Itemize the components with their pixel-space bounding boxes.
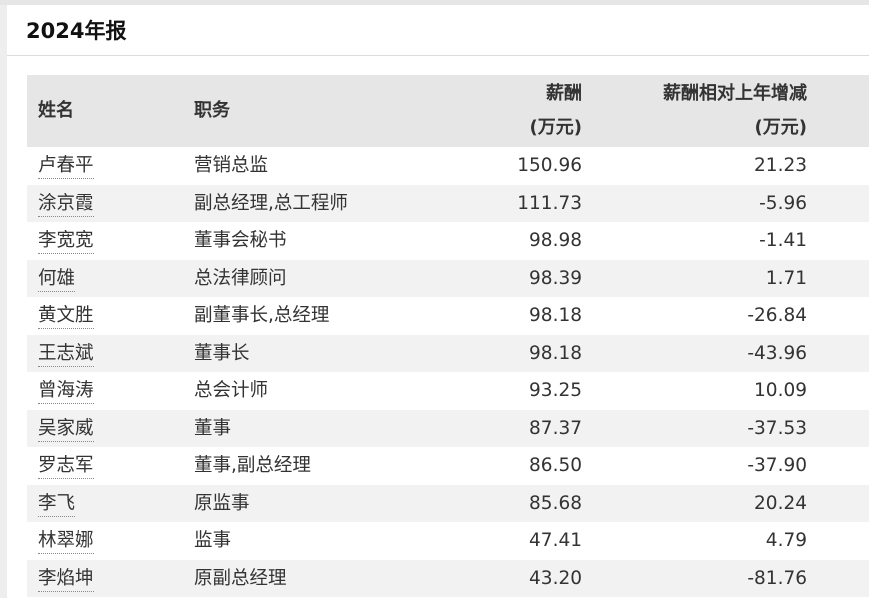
header-change-unit: (万元) <box>754 117 807 138</box>
position-cell: 董事,副总经理 <box>194 455 311 476</box>
position-cell: 董事 <box>194 417 232 439</box>
person-name-link[interactable]: 吴家威 <box>38 417 94 442</box>
table-row: 何雄 总法律顾问 98.39 1.71 <box>27 259 869 297</box>
person-name-link[interactable]: 涂京霞 <box>38 192 94 217</box>
person-name-link[interactable]: 李焰坤 <box>38 567 94 592</box>
pay-cell: 98.98 <box>529 230 582 251</box>
person-name-link[interactable]: 林翠娜 <box>38 530 94 554</box>
table-row: 李焰坤 原副总经理 43.20 -81.76 <box>27 559 869 597</box>
table-row: 李飞 原监事 85.68 20.24 <box>27 484 869 522</box>
position-cell: 总会计师 <box>194 380 269 401</box>
position-cell: 董事会秘书 <box>194 230 287 251</box>
table-row: 黄文胜 副董事长,总经理 98.18 -26.84 <box>27 297 869 335</box>
left-edge <box>0 5 7 598</box>
table-row: 李宽宽 董事会秘书 98.98 -1.41 <box>27 222 869 260</box>
person-name-link[interactable]: 何雄 <box>38 267 76 292</box>
person-name-link[interactable]: 王志斌 <box>38 342 94 367</box>
change-cell: 20.24 <box>754 492 807 514</box>
position-cell: 副总经理,总工程师 <box>194 192 348 214</box>
change-cell: 1.71 <box>765 267 807 289</box>
position-cell: 原副总经理 <box>194 567 287 589</box>
change-cell: -37.53 <box>747 417 807 439</box>
table-row: 罗志军 董事,副总经理 86.50 -37.90 <box>27 447 869 485</box>
pay-cell: 111.73 <box>517 192 582 214</box>
table-row: 林翠娜 监事 47.41 4.79 <box>27 522 869 560</box>
pay-cell: 86.50 <box>529 455 582 476</box>
pay-cell: 150.96 <box>517 155 582 176</box>
position-cell: 总法律顾问 <box>194 267 287 289</box>
compensation-table: 姓名 职务 薪酬 (万元) 薪酬相对上年增减 (万元) 卢春平 营销总监 150… <box>27 75 869 597</box>
pay-cell: 98.18 <box>529 305 582 326</box>
change-cell: -1.41 <box>759 230 807 251</box>
header-name: 姓名 <box>38 100 74 121</box>
pay-cell: 93.25 <box>529 380 582 401</box>
pay-cell: 98.39 <box>529 267 582 289</box>
position-cell: 副董事长,总经理 <box>194 305 330 326</box>
header-position: 职务 <box>194 100 230 121</box>
table-body: 卢春平 营销总监 150.96 21.23 涂京霞 副总经理,总工程师 111.… <box>27 147 869 597</box>
report-title: 2024年报 <box>26 19 127 43</box>
pay-cell: 43.20 <box>529 567 582 589</box>
page: 2024年报 姓名 职务 薪酬 (万元) 薪酬相对上年增减 (万元) 卢春平 营… <box>0 0 869 598</box>
table-row: 卢春平 营销总监 150.96 21.23 <box>27 147 869 185</box>
change-cell: 4.79 <box>765 530 807 551</box>
table-row: 王志斌 董事长 98.18 -43.96 <box>27 334 869 372</box>
table-row: 曾海涛 总会计师 93.25 10.09 <box>27 372 869 410</box>
table-row: 涂京霞 副总经理,总工程师 111.73 -5.96 <box>27 184 869 222</box>
position-cell: 监事 <box>194 530 232 551</box>
person-name-link[interactable]: 卢春平 <box>38 155 94 179</box>
pay-cell: 87.37 <box>529 417 582 439</box>
change-cell: 10.09 <box>754 380 807 401</box>
header-pay-label: 薪酬 <box>546 83 582 104</box>
position-cell: 原监事 <box>194 492 250 514</box>
change-cell: -81.76 <box>747 567 807 589</box>
change-cell: -37.90 <box>747 455 807 476</box>
header-change: 薪酬相对上年增减 (万元) <box>663 77 807 145</box>
pay-cell: 98.18 <box>529 342 582 364</box>
table-header: 姓名 职务 薪酬 (万元) 薪酬相对上年增减 (万元) <box>27 75 869 147</box>
pay-cell: 47.41 <box>529 530 582 551</box>
pay-cell: 85.68 <box>529 492 582 514</box>
report-panel: 2024年报 姓名 职务 薪酬 (万元) 薪酬相对上年增减 (万元) 卢春平 营… <box>7 5 869 598</box>
header-pay-unit: (万元) <box>529 117 582 138</box>
change-cell: 21.23 <box>754 155 807 176</box>
table-row: 吴家威 董事 87.37 -37.53 <box>27 409 869 447</box>
header-change-label: 薪酬相对上年增减 <box>663 83 807 104</box>
panel-header: 2024年报 <box>7 5 869 56</box>
person-name-link[interactable]: 李飞 <box>38 492 76 517</box>
person-name-link[interactable]: 黄文胜 <box>38 305 94 329</box>
person-name-link[interactable]: 罗志军 <box>38 455 94 479</box>
position-cell: 营销总监 <box>194 155 269 176</box>
change-cell: -5.96 <box>759 192 807 214</box>
person-name-link[interactable]: 李宽宽 <box>38 230 94 254</box>
change-cell: -26.84 <box>747 305 807 326</box>
change-cell: -43.96 <box>747 342 807 364</box>
position-cell: 董事长 <box>194 342 250 364</box>
person-name-link[interactable]: 曾海涛 <box>38 380 94 404</box>
header-pay: 薪酬 (万元) <box>530 77 582 145</box>
